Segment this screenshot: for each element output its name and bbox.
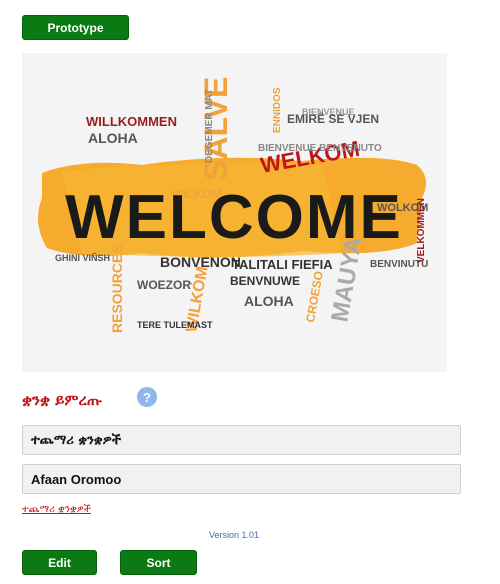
- more-languages-link[interactable]: ተጨማሪ ቋንቋዎች: [22, 504, 91, 515]
- cloud-word: EMIRË SE VJEN: [287, 111, 379, 126]
- cloud-word: VELKOMMEN: [416, 198, 427, 263]
- cloud-word: ALOHA: [244, 293, 294, 309]
- cloud-word: TERE TULEMAST: [137, 320, 213, 330]
- cloud-word: WOEZOR: [137, 278, 191, 292]
- cloud-word: WILLKOMMEN: [86, 114, 177, 129]
- prototype-button[interactable]: Prototype: [22, 15, 129, 40]
- welcome-word-cloud-image: WILLKOMMEN ALOHA SALVE DEGEMER MAT WELKOM BIE…: [22, 53, 447, 372]
- version-label: Version 1.01: [209, 530, 260, 540]
- cloud-word: BENVNUWE: [230, 274, 300, 288]
- cloud-word: ENNIDOS: [272, 87, 283, 133]
- cloud-word: GHINI VIÑSH: [55, 253, 110, 263]
- choose-language-heading: ቋንቋ ይምረጡ: [22, 391, 102, 409]
- cloud-word: ALOHA: [88, 130, 138, 146]
- cloud-word: RESOURCES: [109, 244, 125, 333]
- edit-button[interactable]: Edit: [22, 550, 97, 575]
- cloud-word: TALITALI FIEFIA: [232, 257, 333, 272]
- cloud-word: BIENVENUE BENVENUTO: [258, 143, 382, 154]
- sort-button[interactable]: Sort: [120, 550, 197, 575]
- help-icon[interactable]: ?: [137, 387, 157, 407]
- language-item-more[interactable]: ተጨማሪ ቋንቋዎች: [22, 425, 461, 455]
- cloud-word: DEGEMER MAT: [204, 89, 215, 163]
- language-item-oromo[interactable]: Afaan Oromoo: [22, 464, 461, 494]
- big-welcome-word: WELCOME: [65, 183, 403, 252]
